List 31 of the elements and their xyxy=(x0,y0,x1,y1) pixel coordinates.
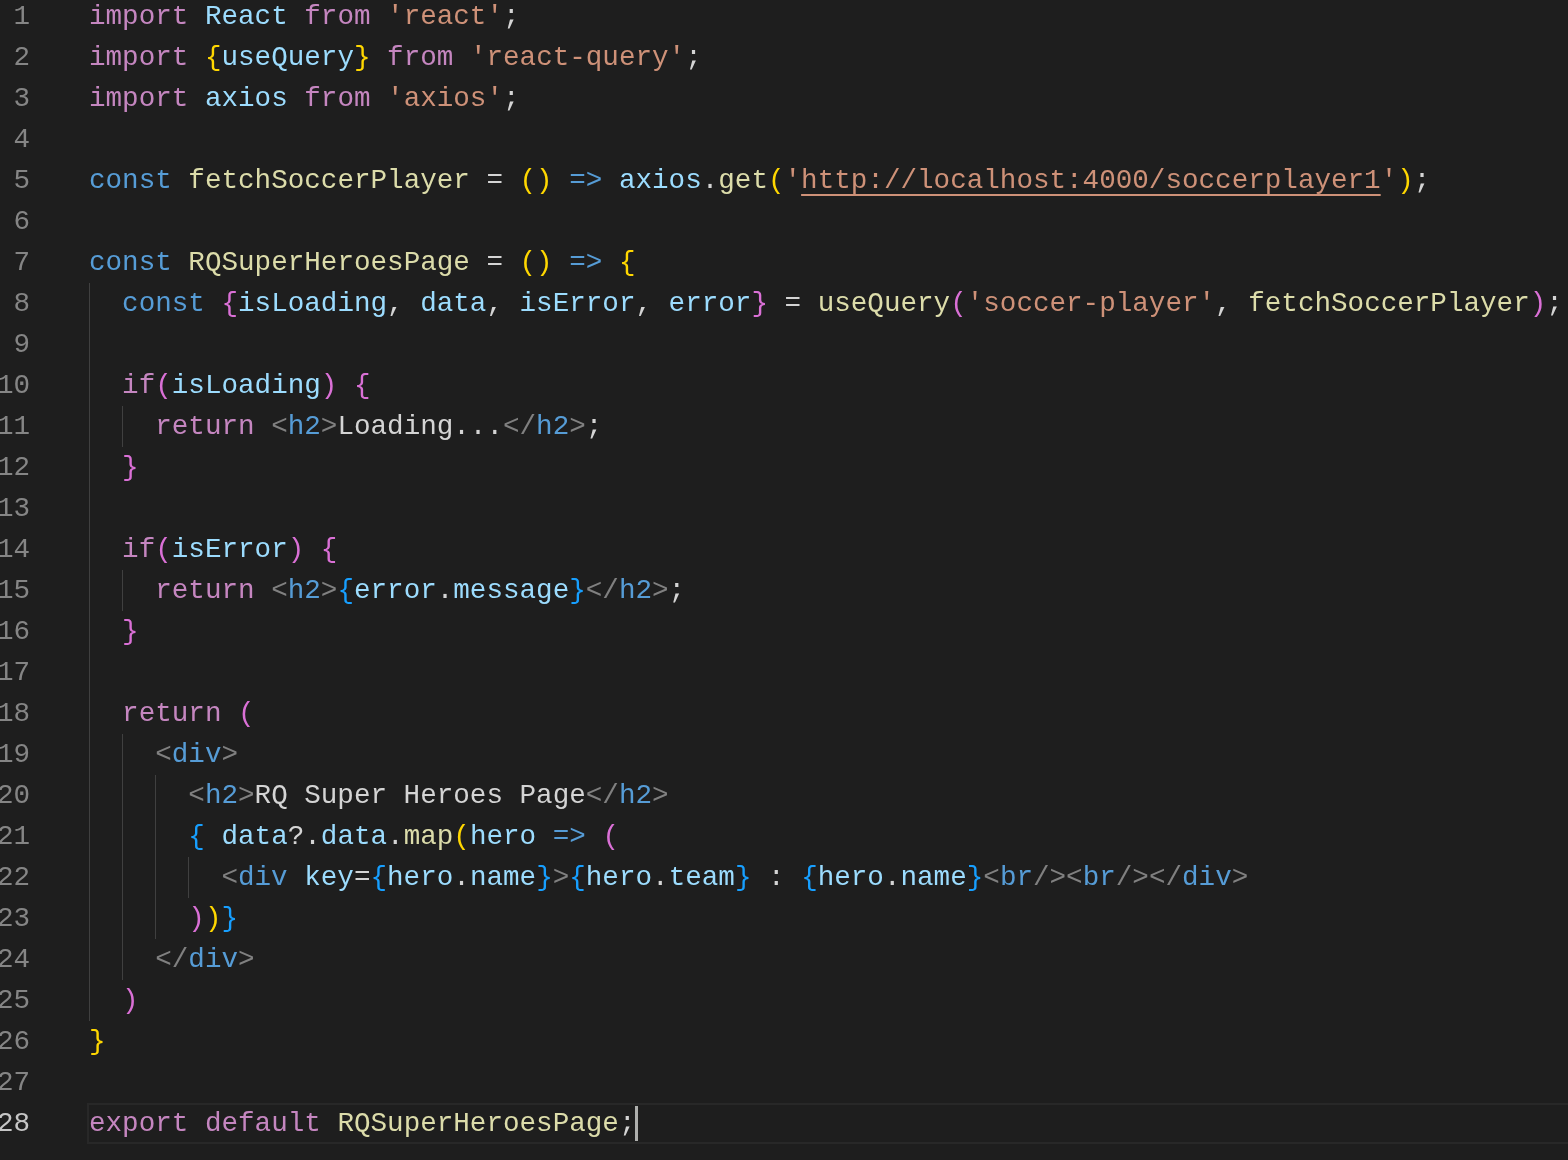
code-line: import {useQuery} from 'react-query'; xyxy=(89,41,702,75)
line-number: 8 xyxy=(12,288,30,319)
code-line: if(isError) { xyxy=(122,533,338,567)
code-line: ) xyxy=(122,984,139,1018)
code-line: } xyxy=(122,615,139,649)
line-number: 1 xyxy=(12,1,30,32)
line-number: 4 xyxy=(12,124,30,155)
code-line: <div key={hero.name}>{hero.team} : {hero.name}<br/><br/></div> xyxy=(221,861,1249,895)
line-number: 9 xyxy=(12,329,30,360)
line-number: 6 xyxy=(12,206,30,237)
line-number: 3 xyxy=(12,83,30,114)
code-line: return <h2>Loading...</h2>; xyxy=(155,410,603,444)
code-line: import axios from 'axios'; xyxy=(89,82,520,116)
line-number: 2 xyxy=(12,42,30,73)
code-line: <div> xyxy=(155,738,239,772)
code-line: if(isLoading) { xyxy=(122,369,371,403)
code-line: } xyxy=(89,1025,106,1059)
line-number: 7 xyxy=(12,247,30,278)
code-line: const fetchSoccerPlayer = () => axios.get('http://localhost:4000/soccerplayer1'); xyxy=(89,164,1431,198)
code-line: const {isLoading, data, isError, error} = useQuery('soccer-player', fetchSoccerPlayer); xyxy=(122,287,1563,321)
code-line: return ( xyxy=(122,697,255,731)
code-line: export default RQSuperHeroesPage; xyxy=(89,1107,636,1141)
code-line: import React from 'react'; xyxy=(89,0,520,34)
code-line: <h2>RQ Super Heroes Page</h2> xyxy=(188,779,669,813)
line-number: 5 xyxy=(12,165,30,196)
code-line: const RQSuperHeroesPage = () => { xyxy=(89,246,636,280)
code-line: { data?.data.map(hero => ( xyxy=(188,820,619,854)
code-line: ))} xyxy=(188,902,238,936)
code-line: </div> xyxy=(155,943,255,977)
code-line: return <h2>{error.message}</h2>; xyxy=(155,574,686,608)
code-line: } xyxy=(122,451,139,485)
